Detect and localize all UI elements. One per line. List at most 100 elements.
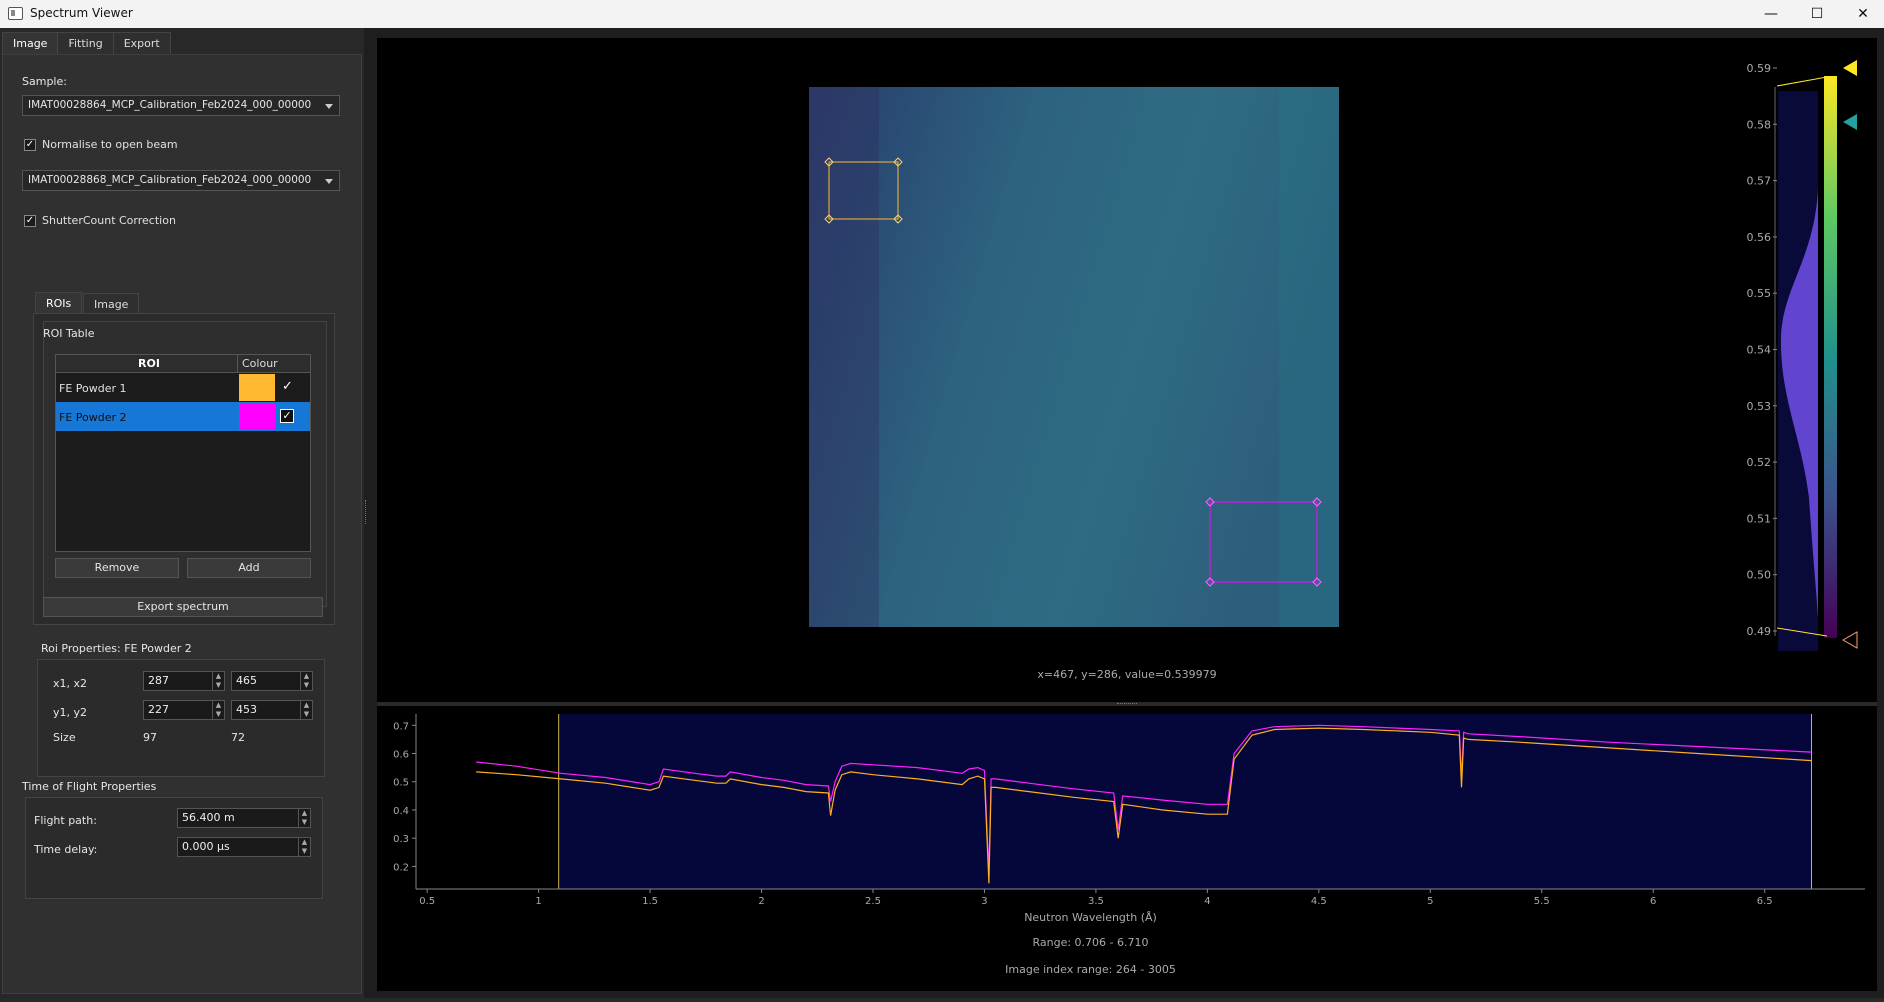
check-icon: ✓ xyxy=(24,214,36,227)
main-tabs: Image Fitting Export xyxy=(2,32,171,54)
x-tick-label: 0.5 xyxy=(419,896,435,907)
mid-handle-icon[interactable] xyxy=(1843,114,1857,130)
spin-arrows-icon[interactable]: ▲ ▼ xyxy=(212,701,224,719)
image-view[interactable]: x=467, y=286, value=0.539979 0.59 0.58 0.5… xyxy=(377,38,1877,702)
open-beam-select[interactable]: IMAT00028868_MCP_Calibration_Feb2024_000… xyxy=(22,170,340,191)
roi-row[interactable]: FE Powder 1 ✓ xyxy=(56,373,310,402)
y-tick-label: 0.5 xyxy=(393,778,409,789)
colorbar-tick-label: 0.51 xyxy=(1747,512,1772,525)
x-axis-label: Neutron Wavelength (Å) xyxy=(1024,911,1157,924)
y1-value: 227 xyxy=(148,703,169,716)
colorbar-tick-label: 0.57 xyxy=(1747,175,1772,188)
chevron-down-icon xyxy=(325,104,333,109)
x-tick-label: 3 xyxy=(981,896,987,907)
flight-path-spinbox[interactable]: 56.400 m ▲ ▼ xyxy=(177,808,311,828)
spin-arrows-icon[interactable]: ▲ ▼ xyxy=(298,809,310,827)
size-width: 97 xyxy=(143,731,157,744)
index-range-readout: Image index range: 264 - 3005 xyxy=(1005,963,1176,976)
y-tick-label: 0.7 xyxy=(393,721,409,732)
size-label: Size xyxy=(53,731,76,744)
x1-spinbox[interactable]: 287 ▲ ▼ xyxy=(143,671,225,691)
flight-path-value: 56.400 m xyxy=(182,811,235,824)
x-tick-label: 3.5 xyxy=(1088,896,1104,907)
normalise-checkbox[interactable]: ✓ Normalise to open beam xyxy=(24,138,178,151)
sample-label: Sample: xyxy=(22,75,67,88)
spectrum-view[interactable]: 0.5 1 1.5 2 2.5 3 3.5 4 4.5 5 5.5 6 6.5 0.2 0.3 0.4 0.5 0… xyxy=(377,706,1877,991)
roi-row-selected[interactable]: FE Powder 2 ✓ xyxy=(56,402,310,431)
min-handle-icon[interactable] xyxy=(1841,631,1858,649)
time-delay-label: Time delay: xyxy=(34,843,98,856)
tab-fitting[interactable]: Fitting xyxy=(57,32,114,54)
colorbar-tick-label: 0.54 xyxy=(1747,344,1772,357)
y2-value: 453 xyxy=(236,703,257,716)
sample-image[interactable] xyxy=(809,87,1339,627)
minimize-button[interactable]: — xyxy=(1748,0,1794,28)
tab-export[interactable]: Export xyxy=(112,32,171,54)
colorbar-tick-label: 0.56 xyxy=(1747,231,1772,244)
tab-image[interactable]: Image xyxy=(2,32,59,54)
x1-value: 287 xyxy=(148,674,169,687)
subtab-image[interactable]: Image xyxy=(83,293,140,314)
x2-value: 465 xyxy=(236,674,257,687)
title-bar: Spectrum Viewer — ☐ ✕ xyxy=(0,0,1884,28)
roi-column-header: ROI xyxy=(138,357,160,370)
roi-table-title: ROI Table xyxy=(43,327,95,340)
x-tick-label: 2 xyxy=(758,896,764,907)
sample-select[interactable]: IMAT00028864_MCP_Calibration_Feb2024_000… xyxy=(22,95,340,116)
histogram-lut[interactable] xyxy=(1774,60,1858,651)
colorbar-tick-label: 0.59 xyxy=(1747,62,1772,75)
tof-title: Time of Flight Properties xyxy=(22,780,157,793)
x-tick-label: 6.5 xyxy=(1757,896,1773,907)
chevron-down-icon xyxy=(325,179,333,184)
max-handle-icon[interactable] xyxy=(1843,60,1857,76)
colour-swatch[interactable] xyxy=(239,374,275,401)
roi-name: FE Powder 1 xyxy=(59,382,127,395)
image-shading xyxy=(1279,87,1339,627)
export-spectrum-button[interactable]: Export spectrum xyxy=(43,597,323,617)
colour-swatch[interactable] xyxy=(239,403,275,430)
maximize-button[interactable]: ☐ xyxy=(1794,0,1840,28)
size-height: 72 xyxy=(231,731,245,744)
range-region[interactable] xyxy=(558,714,1812,889)
normalise-label: Normalise to open beam xyxy=(42,138,178,151)
flight-path-label: Flight path: xyxy=(34,814,97,827)
colorbar-tick-label: 0.55 xyxy=(1747,287,1772,300)
x-tick-label: 2.5 xyxy=(865,896,881,907)
image-canvas[interactable]: x=467, y=286, value=0.539979 0.59 0.58 0.5… xyxy=(377,38,1877,702)
x2-spinbox[interactable]: 465 ▲ ▼ xyxy=(231,671,313,691)
y-tick-label: 0.3 xyxy=(393,834,409,845)
visible-checkbox[interactable]: ✓ xyxy=(280,409,294,423)
x-tick-label: 1.5 xyxy=(642,896,658,907)
colorbar-gradient xyxy=(1824,76,1837,638)
spin-arrows-icon[interactable]: ▲ ▼ xyxy=(300,672,312,690)
subtab-rois[interactable]: ROIs xyxy=(35,292,83,314)
time-delay-spinbox[interactable]: 0.000 µs ▲ ▼ xyxy=(177,837,311,857)
colorbar-tick-label: 0.58 xyxy=(1747,118,1772,131)
x-tick-label: 6 xyxy=(1650,896,1656,907)
add-button[interactable]: Add xyxy=(187,558,311,578)
spin-arrows-icon[interactable]: ▲ ▼ xyxy=(212,672,224,690)
spin-arrows-icon[interactable]: ▲ ▼ xyxy=(300,701,312,719)
open-beam-value: IMAT00028868_MCP_Calibration_Feb2024_000… xyxy=(28,174,312,186)
time-delay-value: 0.000 µs xyxy=(182,840,230,853)
shutter-checkbox[interactable]: ✓ ShutterCount Correction xyxy=(24,214,176,227)
bottom-strip xyxy=(0,998,1884,1002)
y2-spinbox[interactable]: 453 ▲ ▼ xyxy=(231,700,313,720)
roi-table-header: ROI Colour xyxy=(56,355,310,373)
roi-name: FE Powder 2 xyxy=(59,411,127,424)
cursor-readout: x=467, y=286, value=0.539979 xyxy=(1037,668,1216,681)
left-panel: Image Fitting Export Sample: IMAT0002886… xyxy=(0,28,364,998)
spin-arrows-icon[interactable]: ▲ ▼ xyxy=(298,838,310,856)
visible-checkbox[interactable]: ✓ xyxy=(282,379,293,394)
vertical-splitter[interactable] xyxy=(365,500,368,524)
colorbar-tick-label: 0.49 xyxy=(1747,625,1772,638)
remove-button[interactable]: Remove xyxy=(55,558,179,578)
x-tick-label: 1 xyxy=(535,896,541,907)
y-tick-label: 0.2 xyxy=(393,862,409,873)
x-tick-label: 5 xyxy=(1427,896,1433,907)
spectrum-plot[interactable]: 0.5 1 1.5 2 2.5 3 3.5 4 4.5 5 5.5 6 6.5 0.2 0.3 0.4 0.5 0… xyxy=(377,706,1877,991)
close-button[interactable]: ✕ xyxy=(1840,0,1884,28)
y1-spinbox[interactable]: 227 ▲ ▼ xyxy=(143,700,225,720)
app-icon xyxy=(8,7,23,20)
x-label: x1, x2 xyxy=(53,677,88,690)
